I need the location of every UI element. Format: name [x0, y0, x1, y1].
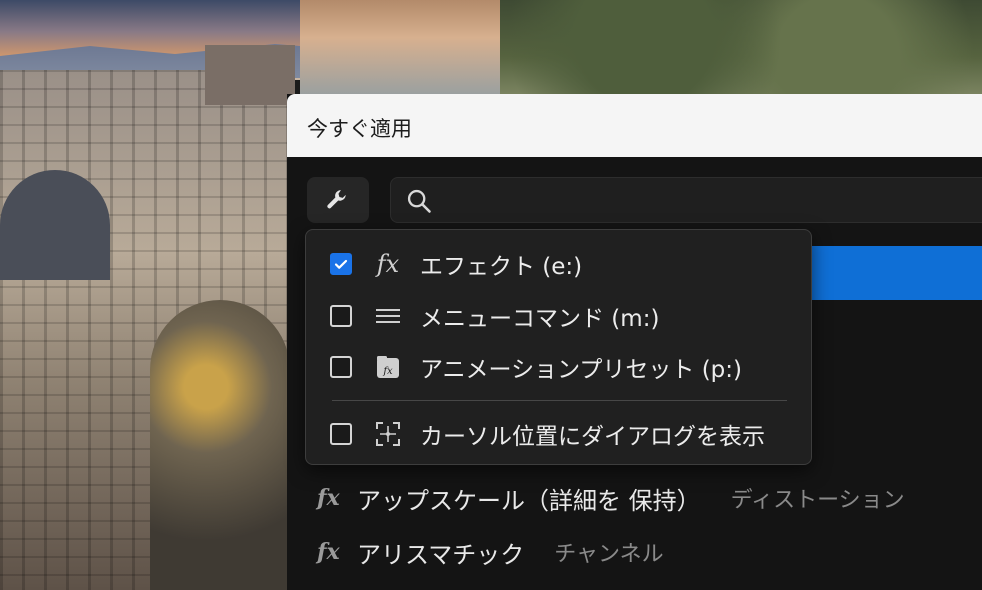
menu-item-label: アニメーションプリセット (p:) [420, 357, 742, 383]
result-row[interactable]: fx アリスマチック チャンネル [317, 532, 664, 572]
fx-icon: fx [376, 250, 400, 278]
wrench-icon [327, 190, 346, 209]
background-buildings [300, 0, 500, 95]
svg-text:fx: fx [382, 366, 393, 377]
menu-item-label: カーソル位置にダイアログを表示 [420, 424, 765, 450]
fx-icon: fx [317, 485, 340, 511]
search-input[interactable] [439, 186, 963, 216]
preset-icon: fx [372, 353, 404, 381]
settings-button[interactable] [307, 177, 369, 223]
menu-item-label: エフェクト (e:) [420, 254, 583, 280]
animation-presets-checkbox[interactable] [330, 356, 352, 378]
menu-item-effects[interactable]: fx エフェクト (e:) [330, 244, 790, 284]
result-row[interactable]: fx アップスケール（詳細を 保持） ディストーション [317, 478, 905, 518]
cursor-position-icon [372, 420, 404, 448]
dialog-titlebar[interactable]: 今すぐ適用 [287, 94, 982, 157]
result-name: アップスケール（詳細を 保持） [357, 486, 701, 515]
search-box[interactable] [390, 177, 982, 223]
result-category: ディストーション [730, 488, 905, 513]
cursor-position-checkbox[interactable] [330, 423, 352, 445]
menu-item-animation-presets[interactable]: fx アニメーションプリセット (p:) [330, 347, 790, 387]
background-trees [500, 0, 982, 95]
dome-building [0, 170, 110, 280]
menu-item-cursor-position[interactable]: カーソル位置にダイアログを表示 [330, 414, 790, 454]
menu-separator [332, 400, 787, 401]
filter-menu: fx エフェクト (e:) メニューコマンド (m:) fx アニメーションプリ… [305, 229, 812, 465]
dialog-title: 今すぐ適用 [307, 117, 412, 141]
result-category: チャンネル [554, 542, 664, 567]
menu-commands-checkbox[interactable] [330, 305, 352, 327]
tower-building [205, 45, 295, 105]
effects-checkbox[interactable] [330, 253, 352, 275]
result-name: アリスマチック [357, 540, 525, 569]
search-icon [407, 189, 431, 213]
golden-dome [150, 300, 290, 590]
selected-result-row[interactable] [812, 246, 982, 300]
menu-item-menu-commands[interactable]: メニューコマンド (m:) [330, 296, 790, 336]
checkmark-icon [334, 259, 348, 269]
fx-icon: fx [317, 539, 340, 565]
menu-item-label: メニューコマンド (m:) [420, 306, 660, 332]
menu-lines-icon [372, 302, 404, 330]
